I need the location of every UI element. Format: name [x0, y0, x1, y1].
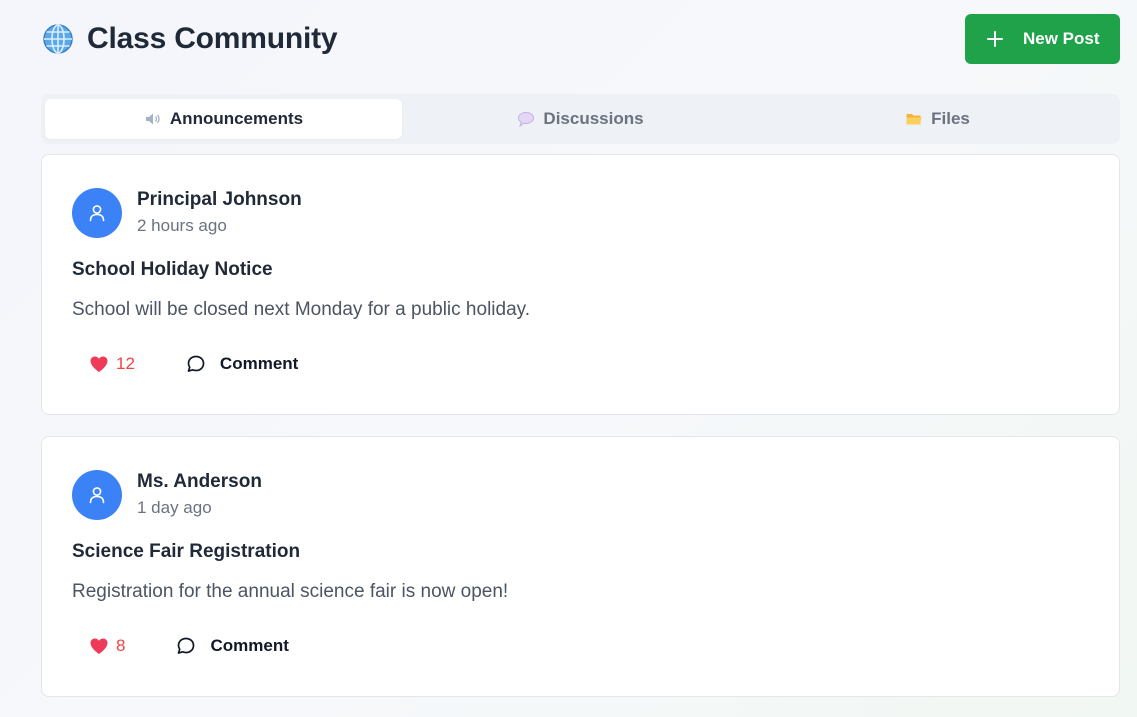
avatar	[72, 188, 122, 238]
author-info: Ms. Anderson 1 day ago	[137, 469, 262, 521]
post-time: 1 day ago	[137, 498, 212, 517]
post-time: 2 hours ago	[137, 216, 227, 235]
post-card: Ms. Anderson 1 day ago Science Fair Regi…	[41, 436, 1120, 697]
user-icon	[89, 205, 105, 222]
tab-label: Announcements	[169, 109, 304, 128]
author-info: Principal Johnson 2 hours ago	[137, 187, 302, 239]
plus-icon	[987, 31, 1003, 47]
new-post-label: New Post	[1023, 29, 1100, 48]
author-name: Ms. Anderson	[137, 471, 262, 492]
new-post-button[interactable]: New Post	[965, 14, 1120, 64]
post-card: Principal Johnson 2 hours ago School Hol…	[41, 154, 1120, 415]
post-title: Science Fair Registration	[72, 541, 301, 562]
like-count: 8	[116, 636, 126, 655]
comment-label: Comment	[210, 636, 289, 655]
tab-bar: Announcements Discussions Files	[41, 94, 1120, 144]
user-icon	[89, 487, 105, 504]
tab-files[interactable]: Files	[759, 99, 1116, 139]
post-body: Registration for the annual science fair…	[72, 581, 509, 602]
folder-icon	[905, 110, 923, 128]
post-header: Ms. Anderson 1 day ago	[72, 469, 262, 521]
heart-icon	[89, 636, 109, 656]
comment-icon	[176, 636, 196, 656]
comment-label: Comment	[219, 354, 299, 373]
speech-bubble-icon	[517, 110, 535, 128]
page-title: Class Community	[87, 22, 338, 55]
like-button[interactable]: 12	[72, 349, 152, 379]
like-button[interactable]: 8	[72, 631, 142, 661]
title-group: Class Community	[41, 22, 338, 56]
tab-announcements[interactable]: Announcements	[45, 99, 402, 139]
comment-button[interactable]: Comment	[169, 349, 315, 379]
avatar	[72, 470, 122, 520]
tab-label: Discussions	[543, 109, 644, 128]
like-count: 12	[116, 354, 135, 373]
tab-discussions[interactable]: Discussions	[402, 99, 759, 139]
post-actions: 12 Comment	[72, 349, 315, 379]
comment-icon	[186, 354, 206, 374]
post-body: School will be closed next Monday for a …	[72, 299, 531, 320]
post-header: Principal Johnson 2 hours ago	[72, 187, 302, 239]
globe-icon	[41, 22, 75, 56]
author-name: Principal Johnson	[137, 189, 302, 210]
heart-icon	[89, 354, 109, 374]
speaker-icon	[144, 110, 162, 128]
page-header: Class Community New Post	[41, 14, 1120, 64]
post-actions: 8 Comment	[72, 631, 306, 661]
post-title: School Holiday Notice	[72, 259, 273, 280]
tab-label: Files	[931, 109, 970, 128]
comment-button[interactable]: Comment	[159, 631, 305, 661]
